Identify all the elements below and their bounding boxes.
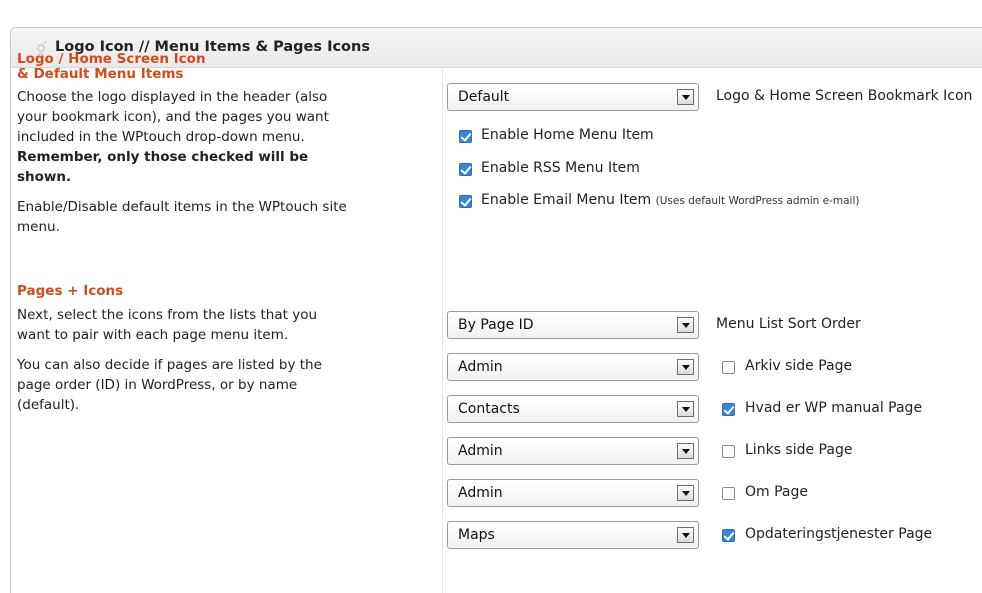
desc-line: (default). xyxy=(17,397,80,413)
logo-description: Choose the logo displayed in the header … xyxy=(17,87,397,187)
page-enable-checkbox[interactable] xyxy=(722,529,735,542)
page-enable-checkbox[interactable] xyxy=(722,445,735,458)
section-title-logo: Logo / Home Screen Icon & Default Menu I… xyxy=(17,52,397,82)
email-menu-note: (Uses default WordPress admin e-mail) xyxy=(655,195,860,207)
desc-line: menu. xyxy=(17,219,60,235)
chevron-down-icon xyxy=(677,359,694,375)
pages-description: Next, select the icons from the lists th… xyxy=(17,305,397,345)
page-label: Links side Page xyxy=(745,442,853,458)
desc-line: Choose the logo displayed in the header … xyxy=(17,89,328,105)
select-value: Maps xyxy=(458,527,495,543)
desc-line: Enable/Disable default items in the WPto… xyxy=(17,199,347,215)
page-icon-select[interactable]: Admin xyxy=(447,479,699,507)
rss-menu-checkbox[interactable] xyxy=(459,163,472,176)
section-title-pages: Pages + Icons xyxy=(17,283,124,299)
email-menu-checkbox[interactable] xyxy=(459,195,472,208)
chevron-down-icon xyxy=(677,443,694,459)
chevron-down-icon xyxy=(677,317,694,333)
left-description-column: Logo / Home Screen Icon & Default Menu I… xyxy=(17,52,397,415)
menu-description: Enable/Disable default items in the WPto… xyxy=(17,197,397,237)
email-menu-text: Enable Email Menu Item xyxy=(481,192,652,208)
page-enable-checkbox[interactable] xyxy=(722,403,735,416)
select-value: Default xyxy=(458,89,510,105)
column-divider xyxy=(442,69,443,593)
select-value: Admin xyxy=(458,359,503,375)
sort-order-select[interactable]: By Page ID xyxy=(447,311,699,339)
chevron-down-icon xyxy=(677,401,694,417)
home-menu-checkbox[interactable] xyxy=(459,130,472,143)
desc-line: your bookmark icon), and the pages you w… xyxy=(17,109,329,125)
page-icon-select[interactable]: Admin xyxy=(447,353,699,381)
rss-menu-label: Enable RSS Menu Item xyxy=(481,160,640,176)
desc-line: Next, select the icons from the lists th… xyxy=(17,307,318,323)
select-value: Contacts xyxy=(458,401,520,417)
sort-description: You can also decide if pages are listed … xyxy=(17,355,397,415)
page-enable-checkbox[interactable] xyxy=(722,361,735,374)
chevron-down-icon xyxy=(677,527,694,543)
desc-line: included in the WPtouch drop-down menu. xyxy=(17,129,305,145)
sort-order-label: Menu List Sort Order xyxy=(716,316,861,332)
desc-line: want to pair with each page menu item. xyxy=(17,327,289,343)
section-title-line: Logo / Home Screen Icon xyxy=(17,51,206,67)
desc-line-bold: Remember, only those checked will be xyxy=(17,149,309,165)
select-value: Admin xyxy=(458,485,503,501)
chevron-down-icon xyxy=(677,485,694,501)
logo-icon-select[interactable]: Default xyxy=(447,83,699,111)
select-value: Admin xyxy=(458,443,503,459)
desc-line: You can also decide if pages are listed … xyxy=(17,357,322,373)
desc-line: page order (ID) in WordPress, or by name xyxy=(17,377,298,393)
chevron-down-icon xyxy=(677,89,694,105)
page-enable-checkbox[interactable] xyxy=(722,487,735,500)
page-label: Opdateringstjenester Page xyxy=(745,526,933,542)
page-label: Om Page xyxy=(745,484,808,500)
page-label: Arkiv side Page xyxy=(745,358,853,374)
desc-line-bold: shown. xyxy=(17,169,72,185)
page-label: Hvad er WP manual Page xyxy=(745,400,923,416)
logo-select-label: Logo & Home Screen Bookmark Icon xyxy=(716,88,973,104)
home-menu-label: Enable Home Menu Item xyxy=(481,127,654,143)
page-icon-select[interactable]: Admin xyxy=(447,437,699,465)
email-menu-label: Enable Email Menu Item (Uses default Wor… xyxy=(481,192,859,208)
page-icon-select[interactable]: Contacts xyxy=(447,395,699,423)
section-title-line: & Default Menu Items xyxy=(17,66,184,82)
page-icon-select[interactable]: Maps xyxy=(447,521,699,549)
select-value: By Page ID xyxy=(458,317,534,333)
